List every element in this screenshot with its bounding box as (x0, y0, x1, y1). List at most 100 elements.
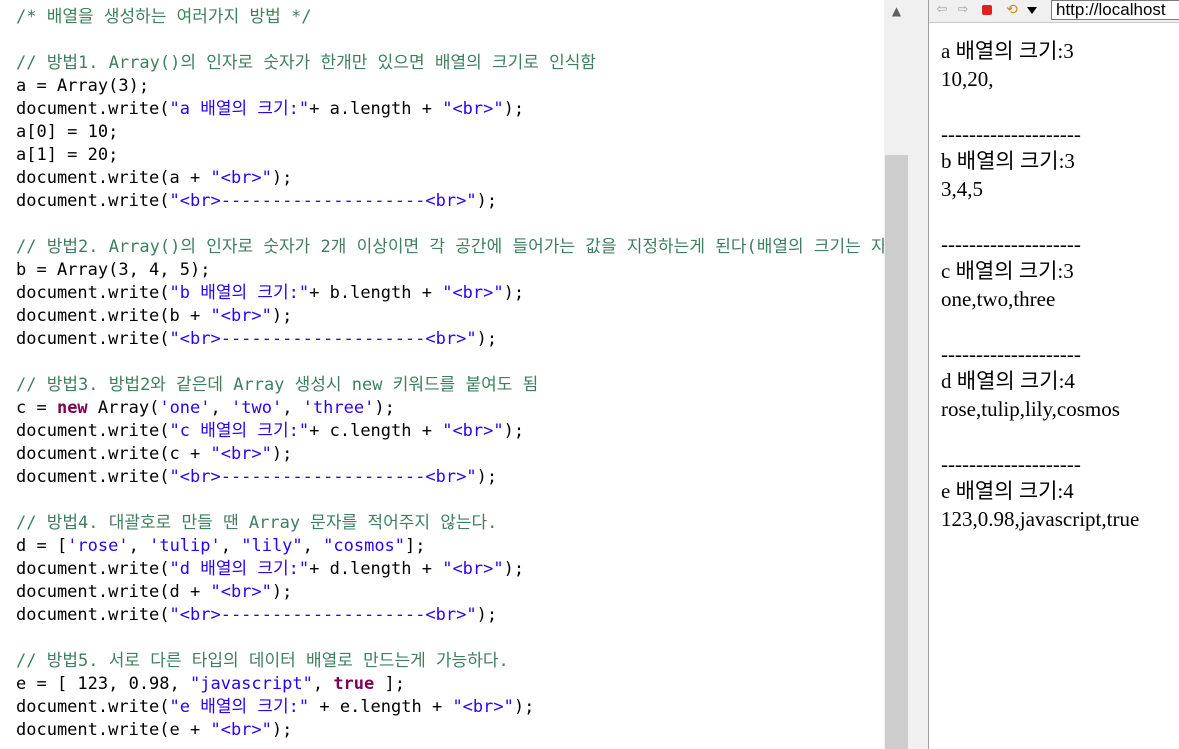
back-arrow-icon[interactable]: ⇦ (933, 1, 951, 19)
code-token-plain: ); (271, 720, 293, 740)
code-line: document.write("<br>--------------------… (16, 328, 497, 351)
code-token-plain: ); (503, 283, 525, 303)
code-token-plain: ); (271, 168, 293, 188)
code-token-string: 'three' (302, 398, 375, 418)
code-token-string: "<br>" (442, 559, 504, 579)
code-token-string: 'one' (159, 398, 211, 418)
dropdown-arrow-icon[interactable] (1027, 7, 1037, 14)
output-line: e 배열의 크기:4 (941, 479, 1074, 503)
code-line: document.write("b 배열의 크기:"+ b.length + "… (16, 282, 524, 305)
code-token-plain: document.write( (16, 421, 170, 441)
output-line: 123,0.98,javascript,true (941, 506, 1140, 531)
code-token-plain: + e.length + (309, 697, 453, 717)
code-token-plain: ]; (374, 674, 405, 694)
output-line: 3,4,5 (941, 176, 983, 201)
forward-arrow-icon[interactable]: ⇨ (954, 1, 972, 19)
code-token-plain: + c.length + (309, 421, 443, 441)
code-token-string: "<br>--------------------<br>" (169, 191, 477, 211)
code-line: // 방법4. 대괄호로 만들 땐 Array 문자를 적어주지 않는다. (16, 512, 497, 535)
pane-divider[interactable] (909, 0, 929, 749)
code-token-string: "<br>" (452, 697, 514, 717)
stop-icon[interactable] (978, 1, 996, 19)
code-line: // 방법1. Array()의 인자로 숫자가 한개만 있으면 배열의 크기로… (16, 52, 596, 75)
code-token-plain: , (210, 398, 231, 418)
code-token-plain: ); (503, 421, 525, 441)
code-token-string: "<br>" (442, 99, 504, 119)
code-line: // 방법2. Array()의 인자로 숫자가 2개 이상이면 각 공간에 들… (16, 236, 884, 259)
code-token-plain: document.write( (16, 605, 170, 625)
code-line: b = Array(3, 4, 5); (16, 259, 210, 282)
code-token-string: "c 배열의 크기:" (169, 421, 310, 441)
code-token-string: "<br>--------------------<br>" (169, 329, 477, 349)
url-input[interactable]: http://localhost (1051, 0, 1179, 20)
code-token-string: "<br>--------------------<br>" (169, 605, 477, 625)
code-token-plain: document.write( (16, 99, 170, 119)
code-token-string: "<br>" (442, 421, 504, 441)
code-line: document.write("d 배열의 크기:"+ d.length + "… (16, 558, 524, 581)
code-token-comment: // 방법5. 서로 다른 타입의 데이터 배열로 만드는게 가능하다. (16, 651, 509, 671)
code-token-plain: b = Array(3, 4, 5); (16, 260, 211, 280)
code-token-string: "d 배열의 크기:" (169, 559, 310, 579)
code-line: d = ['rose', 'tulip', "lily", "cosmos"]; (16, 535, 426, 558)
code-token-comment: // 방법1. Array()의 인자로 숫자가 한개만 있으면 배열의 크기로… (16, 53, 597, 73)
output-line: -------------------- (941, 231, 1081, 256)
code-token-plain: , (282, 398, 303, 418)
code-token-plain: + b.length + (309, 283, 443, 303)
code-token-keyword: new (56, 398, 88, 418)
code-token-comment: // 방법3. 방법2와 같은데 Array 생성시 new 키워드를 붙여도 … (16, 375, 539, 395)
code-token-plain: document.write( (16, 329, 170, 349)
code-token-plain: d = [ (16, 536, 68, 556)
code-token-string: "<br>" (210, 306, 272, 326)
code-line: document.write(a + "<br>"); (16, 167, 292, 190)
output-line: c 배열의 크기:3 (941, 259, 1074, 283)
code-editor[interactable]: /* 배열을 생성하는 여러가지 방법 */ // 방법1. Array()의 인… (0, 0, 884, 749)
scrollbar-thumb[interactable] (885, 155, 908, 749)
code-token-plain: , (220, 536, 242, 556)
code-token-string: 'two' (231, 398, 283, 418)
code-token-plain: document.write(e + (16, 720, 211, 740)
scroll-up-arrow-icon[interactable]: ▲ (884, 0, 909, 22)
code-token-plain: ); (476, 605, 498, 625)
ide-window: /* 배열을 생성하는 여러가지 방법 */ // 방법1. Array()의 인… (0, 0, 1179, 749)
output-line: rose,tulip,lily,cosmos (941, 396, 1120, 421)
browser-toolbar: ⇦ ⇨ ⟲ http://localhost (929, 0, 1179, 23)
code-line: /* 배열을 생성하는 여러가지 방법 */ (16, 6, 311, 29)
code-line: document.write("<br>--------------------… (16, 604, 497, 627)
output-line: a 배열의 크기:3 (941, 39, 1074, 63)
code-token-plain: c = (16, 398, 57, 418)
editor-vertical-scrollbar[interactable]: ▲ (884, 0, 909, 749)
code-token-plain: document.write( (16, 191, 170, 211)
code-token-plain: ); (271, 582, 293, 602)
code-token-plain: ); (374, 398, 395, 418)
code-token-string: "b 배열의 크기:" (169, 283, 310, 303)
code-token-string: "<br>" (210, 720, 272, 740)
code-line: document.write(c + "<br>"); (16, 443, 292, 466)
refresh-icon[interactable]: ⟲ (1003, 1, 1021, 19)
code-line: document.write(d + "<br>"); (16, 581, 292, 604)
code-token-string: "<br>--------------------<br>" (169, 467, 477, 487)
code-token-string: "<br>" (210, 582, 272, 602)
code-token-comment: // 방법4. 대괄호로 만들 땐 Array 문자를 적어주지 않는다. (16, 513, 498, 533)
code-token-plain: document.write(d + (16, 582, 211, 602)
code-line: document.write("a 배열의 크기:"+ a.length + "… (16, 98, 524, 121)
output-line: d 배열의 크기:4 (941, 369, 1075, 393)
code-token-plain: ); (476, 191, 498, 211)
output-line: one,two,three (941, 286, 1056, 311)
code-token-plain: a[1] = 20; (16, 145, 119, 165)
code-token-plain: document.write(a + (16, 168, 211, 188)
code-token-string: "javascript" (190, 674, 313, 694)
code-line: document.write(b + "<br>"); (16, 305, 292, 328)
output-line: b 배열의 크기:3 (941, 149, 1075, 173)
output-line: -------------------- (941, 341, 1081, 366)
code-token-plain: ); (503, 559, 525, 579)
code-token-string: "<br>" (210, 168, 272, 188)
code-line: a[0] = 10; (16, 121, 118, 144)
code-token-plain: ); (476, 467, 498, 487)
code-token-comment: /* 배열을 생성하는 여러가지 방법 */ (16, 7, 312, 27)
code-token-plain: a[0] = 10; (16, 122, 119, 142)
code-token-plain: document.write( (16, 467, 170, 487)
code-token-plain: , (128, 536, 150, 556)
code-line: a[1] = 20; (16, 144, 118, 167)
code-line: a = Array(3); (16, 75, 149, 98)
code-token-plain: Array( (87, 398, 160, 418)
